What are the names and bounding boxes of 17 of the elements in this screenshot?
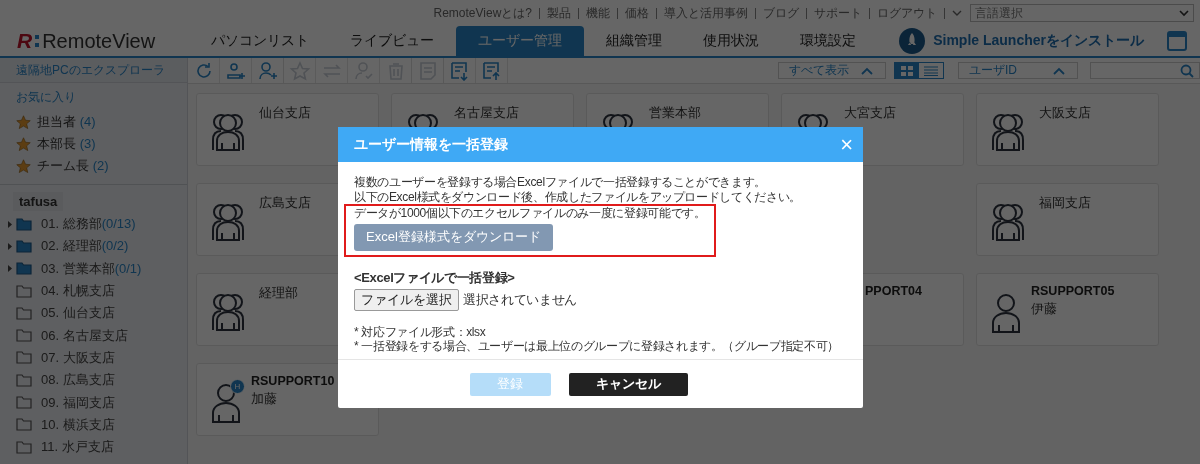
user-name: 伊藤 — [1031, 300, 1058, 318]
admin-badge: H — [230, 379, 245, 394]
group-name: 大宮支店 — [844, 104, 896, 122]
group-name: 広島支店 — [259, 194, 311, 212]
group-name: 名古屋支店 — [454, 104, 519, 122]
group-name: 福岡支店 — [1039, 194, 1091, 212]
user-name: 加藤 — [251, 390, 278, 408]
user-id: PPORT04 — [865, 284, 922, 298]
file-status: 選択されていません — [463, 290, 577, 309]
logo: R RemoteView — [16, 28, 157, 54]
user-id: RSUPPORT05 — [1031, 284, 1115, 298]
favorites-heading: お気に入り — [16, 89, 77, 106]
group-name: 仙台支店 — [259, 104, 311, 122]
group-name: 営業本部 — [649, 104, 701, 122]
group-name: 経理部 — [259, 284, 298, 302]
group-name: 大阪支店 — [1039, 104, 1091, 122]
user-id: RSUPPORT10 — [251, 374, 335, 388]
